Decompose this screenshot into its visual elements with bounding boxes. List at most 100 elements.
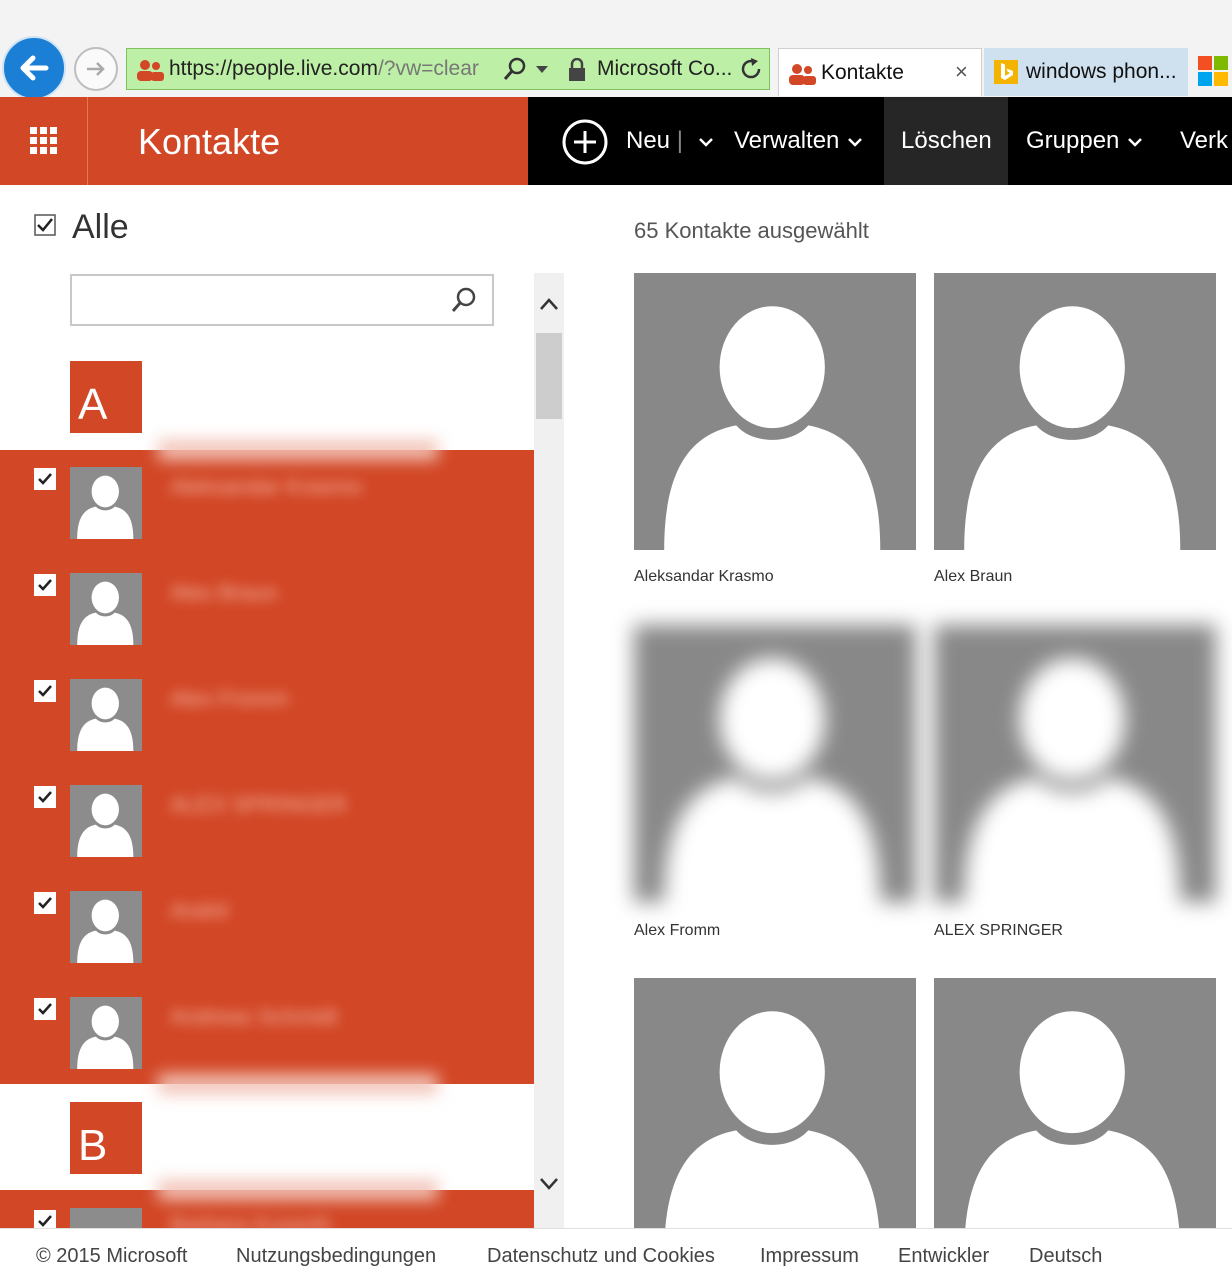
app-title: Kontakte <box>138 121 281 162</box>
contact-name: Alex Fromm <box>170 686 289 711</box>
bing-icon <box>994 60 1018 84</box>
contact-checkbox[interactable] <box>34 468 56 490</box>
person-silhouette-icon <box>77 581 134 645</box>
windows-logo-icon[interactable] <box>1198 56 1228 86</box>
brand-area: Kontakte <box>0 97 528 185</box>
contact-checkbox[interactable] <box>34 998 56 1020</box>
chevron-down-icon[interactable] <box>539 1177 559 1191</box>
back-button[interactable] <box>2 36 66 100</box>
avatar <box>70 679 142 751</box>
checkmark-icon <box>38 473 52 485</box>
list-item[interactable]: Aleksandar Krasmo <box>0 450 534 556</box>
person-silhouette-icon <box>965 1011 1180 1228</box>
blur-band <box>158 1180 438 1200</box>
footer: © 2015 Microsoft Nutzungsbedingungen Dat… <box>0 1228 1232 1281</box>
avatar <box>70 467 142 539</box>
language-link[interactable]: Deutsch <box>1029 1245 1102 1268</box>
avatar <box>70 573 142 645</box>
select-all-checkbox[interactable] <box>34 214 56 236</box>
groups-button[interactable]: Gruppen <box>1026 97 1143 185</box>
contact-card[interactable] <box>634 625 916 902</box>
plus-circle-icon[interactable] <box>562 119 608 165</box>
section-header-b[interactable]: B <box>70 1102 142 1174</box>
chevron-down-icon <box>699 137 713 147</box>
manage-button[interactable]: Verwalten <box>734 97 863 185</box>
person-silhouette-icon <box>77 793 134 857</box>
contact-checkbox[interactable] <box>34 680 56 702</box>
card-name: Aleksandar Krasmo <box>634 568 774 585</box>
checkmark-icon <box>38 579 52 591</box>
terms-link[interactable]: Nutzungsbedingungen <box>236 1245 436 1268</box>
arrow-right-icon <box>87 62 105 76</box>
contact-card[interactable] <box>934 978 1216 1228</box>
contact-checkbox[interactable] <box>34 786 56 808</box>
contact-name: André <box>170 898 229 923</box>
select-all-label: Alle <box>72 208 129 246</box>
contact-name: Andreas Schmidt <box>170 1004 338 1029</box>
person-silhouette-icon <box>664 306 881 550</box>
person-silhouette-icon <box>964 658 1181 902</box>
refresh-icon[interactable] <box>739 57 763 81</box>
copyright: © 2015 Microsoft <box>36 1245 188 1267</box>
person-silhouette-icon <box>77 687 134 751</box>
list-item[interactable]: Alex Braun <box>0 556 534 662</box>
checkmark-icon <box>38 1003 52 1015</box>
contact-name: Barbara Kunerth <box>170 1212 332 1228</box>
search-icon[interactable] <box>503 57 527 83</box>
list-item[interactable]: Andreas Schmidt <box>0 980 534 1086</box>
contact-checkbox[interactable] <box>34 892 56 914</box>
contact-name: Alex Braun <box>170 580 278 605</box>
card-name: Alex Braun <box>934 568 1013 585</box>
checkmark-icon <box>38 897 52 909</box>
close-icon[interactable]: × <box>955 59 968 85</box>
list-scrollbar[interactable] <box>534 273 564 1228</box>
new-button[interactable]: Neu | <box>626 97 683 185</box>
list-item[interactable]: ALEX SPRINGER <box>0 768 534 874</box>
contact-card[interactable] <box>634 273 916 550</box>
arrow-left-icon <box>20 55 49 81</box>
tab-kontakte[interactable]: Kontakte × <box>778 48 982 96</box>
person-silhouette-icon <box>665 1011 880 1228</box>
checkmark-icon <box>38 685 52 697</box>
contact-card[interactable] <box>634 978 916 1228</box>
contact-checkbox[interactable] <box>34 1210 56 1228</box>
avatar <box>70 785 142 857</box>
search-icon[interactable] <box>450 286 478 314</box>
list-item[interactable]: André <box>0 874 534 980</box>
delete-button[interactable]: Löschen <box>884 97 1008 185</box>
app-header: Kontakte Neu | Verwalten Löschen Gruppen… <box>0 97 1232 185</box>
imprint-link[interactable]: Impressum <box>760 1245 859 1268</box>
contact-checkbox[interactable] <box>34 574 56 596</box>
person-silhouette-icon <box>664 658 881 902</box>
list-item[interactable]: Alex Fromm <box>0 662 534 768</box>
person-silhouette-icon <box>77 475 134 539</box>
chevron-up-icon[interactable] <box>539 297 559 311</box>
person-silhouette-icon <box>964 306 1181 550</box>
people-icon <box>137 60 164 81</box>
address-bar[interactable]: https://people.live.com/?vw=clear Micros… <box>126 48 770 90</box>
dropdown-icon[interactable] <box>535 65 549 75</box>
section-header-a[interactable]: A <box>70 361 142 433</box>
browser-chrome: https://people.live.com/?vw=clear Micros… <box>0 0 1232 100</box>
privacy-link[interactable]: Datenschutz und Cookies <box>487 1245 715 1268</box>
forward-button[interactable] <box>74 47 118 91</box>
lock-icon[interactable] <box>567 58 587 82</box>
tab-bing[interactable]: windows phon... <box>984 48 1188 96</box>
checkmark-icon <box>38 791 52 803</box>
card-name: ALEX SPRINGER <box>934 922 1063 939</box>
tab-label: Kontakte <box>821 61 904 84</box>
contact-card[interactable] <box>934 273 1216 550</box>
developers-link[interactable]: Entwickler <box>898 1245 989 1268</box>
chevron-down-icon <box>848 137 863 147</box>
avatar <box>70 997 142 1069</box>
avatar <box>70 1208 142 1228</box>
selection-count: 65 Kontakte ausgewählt <box>634 218 869 243</box>
site-identity[interactable]: Microsoft Co... <box>597 57 732 81</box>
app-launcher-icon[interactable] <box>0 97 88 185</box>
more-commands-button[interactable]: Verk <box>1180 97 1232 185</box>
scrollbar-thumb[interactable] <box>536 333 562 419</box>
contact-name: Aleksandar Krasmo <box>170 474 362 499</box>
new-dropdown-button[interactable] <box>690 97 718 185</box>
contact-card[interactable] <box>934 625 1216 902</box>
search-input[interactable] <box>70 274 494 326</box>
